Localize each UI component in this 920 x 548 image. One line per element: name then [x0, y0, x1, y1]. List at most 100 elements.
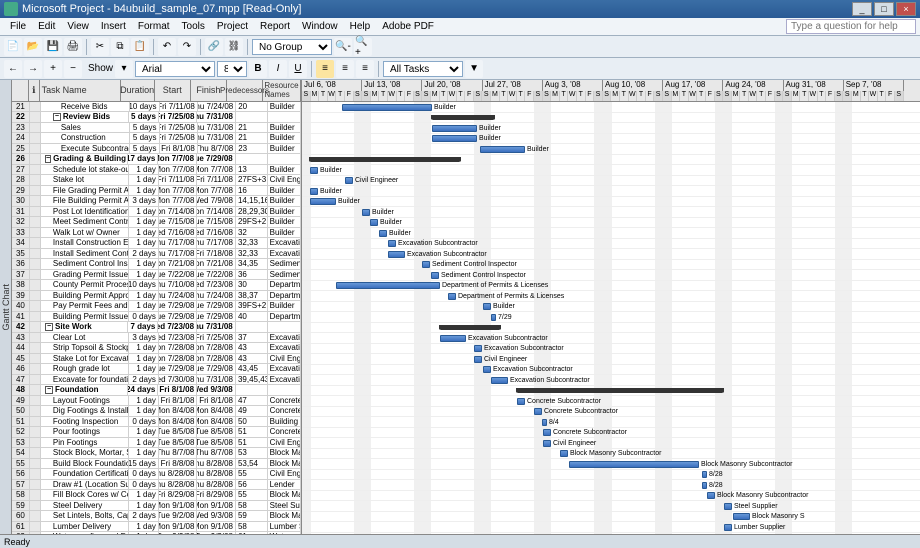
cell-duration[interactable]: 3 days — [129, 196, 159, 206]
cell-start[interactable]: Mon 7/7/08 — [158, 154, 197, 164]
cell-id[interactable]: 56 — [12, 469, 30, 479]
zoom-out-button[interactable]: 🔍- — [334, 38, 352, 56]
cell-res[interactable]: Lumber Supp — [268, 522, 301, 532]
gantt-row[interactable]: Civil Engineer — [302, 176, 920, 187]
cell-finish[interactable]: Mon 7/14/08 — [197, 207, 236, 217]
italic-button[interactable]: I — [269, 60, 287, 78]
cell-duration[interactable]: 1 day — [129, 228, 159, 238]
task-row[interactable]: 44Strip Topsoil & Stockpile1 dayMon 7/28… — [12, 343, 301, 354]
cell-res[interactable]: Sediment Co — [268, 270, 301, 280]
menu-adobe-pdf[interactable]: Adobe PDF — [376, 21, 440, 32]
cell-pred[interactable]: 34,35 — [236, 259, 268, 269]
cell-pred[interactable]: 40 — [236, 312, 268, 322]
cell-res[interactable] — [268, 385, 302, 395]
task-row[interactable]: 52Pour footings1 dayTue 8/5/08Tue 8/5/08… — [12, 427, 301, 438]
cell-finish[interactable]: Fri 8/1/08 — [197, 396, 236, 406]
summary-bar[interactable] — [440, 325, 500, 330]
cell-finish[interactable]: Mon 7/28/08 — [197, 354, 236, 364]
cell-info[interactable] — [30, 123, 41, 133]
cell-info[interactable] — [30, 375, 41, 385]
task-bar[interactable]: Civil Engineer — [474, 356, 482, 363]
task-row[interactable]: 48−Foundation24 daysFri 8/1/08Wed 9/3/08 — [12, 385, 301, 396]
task-row[interactable]: 47Excavate for foundation2 daysWed 7/30/… — [12, 375, 301, 386]
cell-id[interactable]: 21 — [12, 102, 30, 112]
cell-res[interactable]: Concrete Su — [268, 406, 301, 416]
cell-name[interactable]: County Permit Process — [41, 280, 129, 290]
cell-name[interactable]: Clear Lot — [41, 333, 129, 343]
cell-start[interactable]: Mon 7/28/08 — [159, 354, 198, 364]
cell-start[interactable]: Mon 7/7/08 — [159, 196, 198, 206]
cell-start[interactable]: Wed 7/30/08 — [159, 375, 198, 385]
cell-name[interactable]: −Review Bids — [41, 112, 129, 122]
cell-pred[interactable]: 43,45 — [236, 364, 268, 374]
cell-duration[interactable]: 5 days — [130, 133, 160, 143]
cell-id[interactable]: 50 — [12, 406, 30, 416]
gantt-row[interactable]: Builder — [302, 302, 920, 313]
cell-id[interactable]: 31 — [12, 207, 30, 217]
cell-start[interactable]: Mon 7/7/08 — [159, 165, 198, 175]
gantt-row[interactable] — [302, 386, 920, 397]
task-bar[interactable]: Sediment Control Inspector — [422, 261, 430, 268]
cell-start[interactable]: Tue 9/2/08 — [159, 511, 198, 521]
cell-id[interactable]: 59 — [12, 501, 30, 511]
task-row[interactable]: 58Fill Block Cores w/ Concrete1 dayFri 8… — [12, 490, 301, 501]
cell-id[interactable]: 53 — [12, 438, 30, 448]
cell-duration[interactable]: 7 days — [128, 322, 158, 332]
cell-res[interactable]: Builder — [268, 301, 301, 311]
cell-start[interactable]: Thu 8/7/08 — [159, 448, 198, 458]
group-select[interactable]: No Group — [252, 39, 332, 55]
cell-duration[interactable]: 1 day — [129, 270, 159, 280]
cell-duration[interactable]: 1 day — [129, 207, 159, 217]
cell-res[interactable]: Excavation S — [268, 364, 301, 374]
task-row[interactable]: 35Install Sediment Controls2 daysThu 7/1… — [12, 249, 301, 260]
cell-res[interactable]: Builder — [268, 102, 301, 112]
cell-start[interactable]: Fri 8/8/08 — [159, 459, 198, 469]
cell-id[interactable]: 29 — [12, 186, 30, 196]
gantt-row[interactable]: Sediment Control Inspector — [302, 270, 920, 281]
cell-res[interactable]: Excavation S — [268, 375, 301, 385]
task-row[interactable]: 57Draw #1 (Location Survey)0 daysThu 8/2… — [12, 480, 301, 491]
cell-res[interactable]: Civil Enginee — [268, 469, 301, 479]
menu-file[interactable]: File — [4, 21, 32, 32]
cell-id[interactable]: 25 — [12, 144, 30, 154]
gantt-row[interactable]: Sediment Control Inspector — [302, 260, 920, 271]
cell-pred[interactable]: 55 — [236, 490, 268, 500]
cut-button[interactable]: ✂ — [91, 38, 109, 56]
expand-button[interactable]: + — [44, 60, 62, 78]
font-size-select[interactable]: 8 — [217, 61, 247, 77]
cell-info[interactable] — [30, 280, 41, 290]
gantt-row[interactable]: Civil Engineer — [302, 354, 920, 365]
cell-name[interactable]: Receive Bids — [41, 102, 130, 112]
cell-pred[interactable]: 23 — [236, 144, 268, 154]
cell-name[interactable]: Execute Subcontractor Agreeme — [41, 144, 130, 154]
cell-duration[interactable]: 1 day — [129, 406, 159, 416]
cell-duration[interactable]: 1 day — [129, 186, 159, 196]
cell-info[interactable] — [30, 144, 41, 154]
cell-name[interactable]: Fill Block Cores w/ Concrete — [41, 490, 129, 500]
gantt-row[interactable]: Department of Permits & Licenses — [302, 291, 920, 302]
indent-button[interactable]: → — [24, 60, 42, 78]
cell-pred[interactable]: 29FS+2 days — [236, 217, 268, 227]
cell-id[interactable]: 37 — [12, 270, 30, 280]
cell-name[interactable]: Set Lintels, Bolts, Cap Block — [41, 511, 129, 521]
task-bar[interactable]: Concrete Subcontractor — [534, 408, 542, 415]
cell-finish[interactable]: Tue 8/5/08 — [197, 438, 236, 448]
cell-id[interactable]: 51 — [12, 417, 30, 427]
cell-duration[interactable]: 0 days — [129, 469, 159, 479]
cell-start[interactable]: Thu 7/10/08 — [159, 280, 198, 290]
task-row[interactable]: 46Rough grade lot1 dayTue 7/29/08Tue 7/2… — [12, 364, 301, 375]
cell-duration[interactable]: 1 day — [129, 238, 159, 248]
gantt-row[interactable]: Builder — [302, 134, 920, 145]
maximize-button[interactable]: □ — [874, 2, 894, 16]
cell-info[interactable] — [30, 459, 41, 469]
cell-info[interactable] — [30, 154, 41, 164]
gantt-chart[interactable]: Jul 6, '08Jul 13, '08Jul 20, '08Jul 27, … — [302, 80, 920, 534]
cell-duration[interactable]: 1 day — [129, 217, 159, 227]
cell-res[interactable]: Builder — [268, 196, 301, 206]
cell-duration[interactable]: 0 days — [129, 480, 159, 490]
task-row[interactable]: 38County Permit Process10 daysThu 7/10/0… — [12, 280, 301, 291]
task-bar[interactable]: Block Masonry Subcontractor — [707, 492, 715, 499]
col-duration[interactable]: Duration — [121, 80, 155, 101]
cell-id[interactable]: 32 — [12, 217, 30, 227]
gantt-row[interactable] — [302, 155, 920, 166]
